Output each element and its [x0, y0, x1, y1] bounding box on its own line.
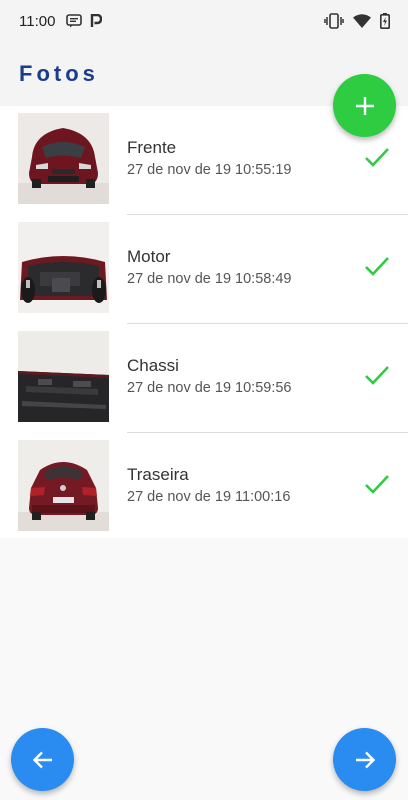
status-right-icons [324, 13, 390, 29]
status-time: 11:00 [19, 12, 56, 30]
photo-date: 27 de nov de 19 10:58:49 [127, 271, 292, 287]
add-photo-button[interactable] [333, 74, 396, 137]
wifi-icon [353, 14, 371, 28]
check-icon [365, 366, 389, 385]
photo-label: Frente [127, 138, 177, 157]
photo-list-item-chassi[interactable]: Chassi 27 de nov de 19 10:59:56 [0, 324, 408, 433]
check-icon [365, 257, 389, 276]
status-left-icons [66, 14, 103, 28]
photo-list: Frente 27 de nov de 19 10:55:19 Motor 27… [0, 106, 408, 538]
battery-charging-icon [380, 13, 390, 29]
car-engine-underside-photo[interactable] [18, 222, 109, 313]
photo-list-item-traseira[interactable]: Traseira 27 de nov de 19 11:00:16 [0, 433, 408, 542]
car-rear-photo[interactable] [18, 440, 109, 531]
photo-label: Motor [127, 247, 171, 266]
car-front-photo[interactable] [18, 113, 109, 204]
next-button[interactable] [333, 728, 396, 791]
photo-date: 27 de nov de 19 11:00:16 [127, 489, 291, 505]
plus-icon [355, 96, 374, 115]
photo-list-item-motor[interactable]: Motor 27 de nov de 19 10:58:49 [0, 215, 408, 324]
photo-label: Chassi [127, 356, 179, 375]
photo-date: 27 de nov de 19 10:55:19 [127, 162, 292, 178]
arrow-left-icon [32, 751, 52, 768]
car-chassis-photo[interactable] [18, 331, 109, 422]
photo-label: Traseira [127, 465, 189, 484]
parking-icon [91, 14, 103, 27]
status-bar: 11:00 [0, 0, 408, 42]
back-button[interactable] [11, 728, 74, 791]
check-icon [365, 475, 389, 494]
photo-date: 27 de nov de 19 10:59:56 [127, 380, 292, 396]
check-icon [365, 148, 389, 167]
page-title: Fotos [19, 61, 99, 86]
vibrate-icon [324, 13, 344, 29]
arrow-right-icon [355, 751, 375, 768]
message-icon [66, 14, 83, 28]
